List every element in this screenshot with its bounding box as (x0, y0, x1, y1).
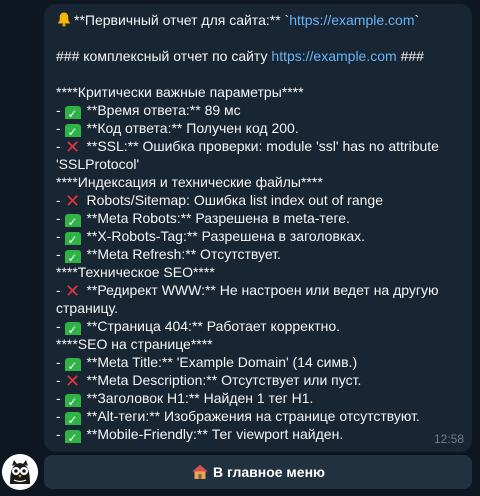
check-mark-icon: ✓ (64, 250, 81, 263)
list-item-meta-refresh: - ✓ **Meta Refresh:** Отсутствует. (56, 245, 460, 263)
item-text: **Meta Title:** 'Example Domain' (14 сим… (82, 354, 358, 370)
house-icon (192, 465, 208, 479)
list-item-mobile-friendly: - ✓ **Mobile-Friendly:** Тег viewport на… (56, 425, 460, 443)
cross-mark-icon: ✕ (65, 281, 81, 299)
section-onpage: ****SEO на странице**** (56, 336, 213, 352)
item-text: **Alt-теги:** Изображения на странице от… (82, 408, 420, 424)
bullet: - (56, 192, 65, 208)
list-item-x-robots: - ✓ **X-Robots-Tag:** Разрешена в заголо… (56, 227, 460, 245)
bullet: - (56, 228, 65, 244)
bullet: - (56, 210, 65, 226)
bullet: - (56, 408, 65, 424)
bullet: - (56, 138, 65, 154)
main-menu-button[interactable]: В главное меню (44, 455, 472, 489)
cross-mark-icon: ✕ (65, 371, 81, 389)
main-menu-label: В главное меню (212, 464, 325, 480)
bullet: - (56, 426, 65, 442)
list-item-ssl-continued: 'SSLProtocol' (56, 156, 140, 172)
report-subtitle: ### комплексный отчет по сайту https://e… (56, 47, 460, 65)
check-mark-icon: ✓ (64, 124, 81, 137)
item-text: **Редирект WWW:** Не настроен или ведет … (82, 282, 439, 298)
message-header: **Первичный отчет для сайта:** `https://… (56, 11, 460, 29)
bullet: - (56, 372, 65, 388)
bell-icon (58, 12, 70, 27)
check-mark-icon: ✓ (64, 358, 81, 371)
check-mark-icon: ✓ (64, 412, 81, 425)
message-bubble: **Первичный отчет для сайта:** `https://… (44, 4, 472, 452)
bot-avatar[interactable] (2, 454, 38, 490)
item-text: **SSL:** Ошибка проверки: module 'ssl' h… (82, 138, 439, 154)
section-critical: ****Критически важные параметры**** (56, 84, 304, 100)
owl-avatar-icon (2, 454, 38, 490)
section-tech-seo: ****Техническое SEO**** (56, 264, 215, 280)
list-item-alt-tags: - ✓ **Alt-теги:** Изображения на страниц… (56, 407, 460, 425)
list-item-www-redirect: - ✕ **Редирект WWW:** Не настроен или ве… (56, 281, 460, 299)
header-link[interactable]: https://example.com (289, 12, 414, 28)
item-text: **X-Robots-Tag:** Разрешена в заголовках… (82, 228, 366, 244)
list-item-www-redirect-continued: страницу. (56, 300, 119, 316)
list-item-ssl: - ✕ **SSL:** Ошибка проверки: module 'ss… (56, 137, 460, 155)
cross-mark-icon: ✕ (65, 137, 81, 155)
check-mark-icon: ✓ (64, 232, 81, 245)
item-text: **Mobile-Friendly:** Тег viewport найден… (82, 426, 344, 442)
bullet: - (56, 102, 65, 118)
item-text: **Код ответа:** Получен код 200. (82, 120, 299, 136)
item-text: Robots/Sitemap: Ошибка list index out of… (82, 192, 383, 208)
item-text: **Страница 404:** Работает корректно. (82, 318, 341, 334)
message-time: 12:58 (433, 432, 464, 446)
bullet: - (56, 246, 65, 262)
list-item-response-code: - ✓ **Код ответа:** Получен код 200. (56, 119, 460, 137)
section-indexing: ****Индексация и технические файлы**** (56, 174, 323, 190)
header-tail: ` (414, 12, 420, 28)
item-text: **Meta Refresh:** Отсутствует. (82, 246, 281, 262)
list-item-robots-sitemap: - ✕ Robots/Sitemap: Ошибка list index ou… (56, 191, 460, 209)
cross-mark-icon: ✕ (65, 191, 81, 209)
bullet: - (56, 318, 65, 334)
list-item-meta-title: - ✓ **Meta Title:** 'Example Domain' (14… (56, 353, 460, 371)
item-text: **Время ответа:** 89 мс (82, 102, 241, 118)
check-mark-icon: ✓ (64, 214, 81, 227)
item-text: **Meta Robots:** Разрешена в meta-теге. (82, 210, 350, 226)
item-text: **Meta Description:** Отсутствует или пу… (82, 372, 362, 388)
header-title: **Первичный отчет для сайта:** ` (74, 12, 290, 28)
check-mark-icon: ✓ (64, 394, 81, 407)
check-mark-icon: ✓ (64, 322, 81, 335)
bullet: - (56, 120, 65, 136)
item-text: **Заголовок H1:** Найден 1 тег H1. (82, 390, 314, 406)
list-item-meta-robots: - ✓ **Meta Robots:** Разрешена в meta-те… (56, 209, 460, 227)
list-item-page-404: - ✓ **Страница 404:** Работает корректно… (56, 317, 460, 335)
list-item-meta-description: - ✕ **Meta Description:** Отсутствует ил… (56, 371, 460, 389)
bullet: - (56, 390, 65, 406)
check-mark-icon: ✓ (64, 106, 81, 119)
list-item-h1: - ✓ **Заголовок H1:** Найден 1 тег H1. (56, 389, 460, 407)
list-item-response-time: - ✓ **Время ответа:** 89 мс (56, 101, 460, 119)
bullet: - (56, 354, 65, 370)
bullet: - (56, 282, 65, 298)
check-mark-icon: ✓ (64, 430, 81, 443)
subtitle-prefix: ### комплексный отчет по сайту (56, 48, 272, 64)
subtitle-link[interactable]: https://example.com (271, 48, 396, 64)
subtitle-suffix: ### (396, 48, 424, 64)
